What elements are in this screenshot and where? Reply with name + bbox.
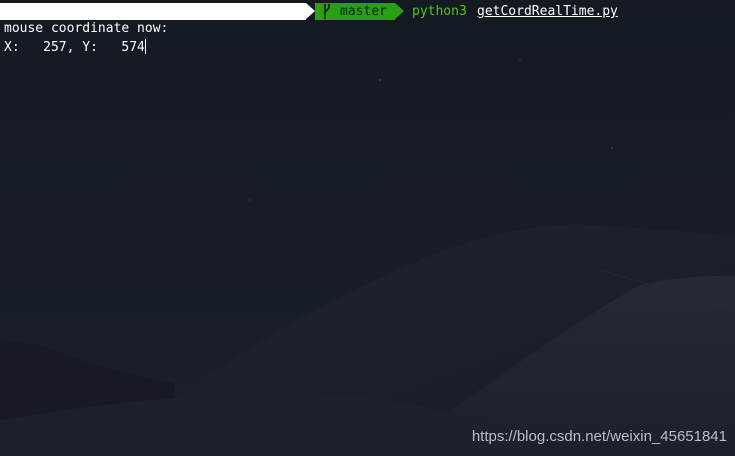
coordinate-readout: X: 257, Y: 574 [4, 40, 145, 55]
desert-night-wallpaper [0, 0, 735, 456]
output-line-heading: mouse coordinate now: [4, 21, 168, 37]
output-text: mouse coordinate now: [4, 21, 169, 36]
shell-prompt-bar: master python3 getCordRealTime.py [0, 2, 735, 21]
prompt-path-separator [306, 3, 315, 19]
text-cursor [144, 39, 146, 54]
watermark: https://blog.csdn.net/weixin_45651841 [471, 428, 727, 445]
prompt-path-segment [0, 3, 306, 20]
prompt-git-separator [395, 3, 404, 19]
output-line-coordinates: X: 257, Y: 574 [4, 39, 146, 56]
command-argument: getCordRealTime.py [477, 4, 618, 19]
command-name: python3 [412, 4, 467, 19]
git-branch-label: master [340, 4, 387, 19]
git-branch-icon [324, 4, 330, 19]
